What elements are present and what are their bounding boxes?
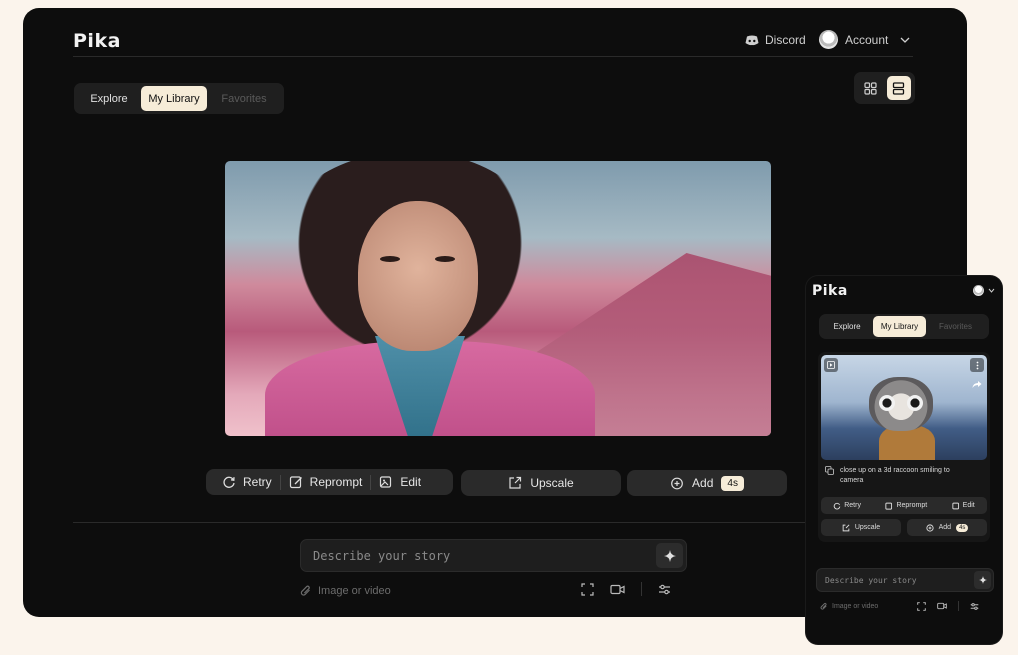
avatar	[973, 285, 984, 296]
mobile-tab-bar: Explore My Library Favorites	[819, 314, 989, 339]
chevron-down-icon	[988, 288, 995, 293]
edit-actions: Retry Reprompt Edit	[206, 469, 453, 495]
generate-button[interactable]	[656, 543, 683, 568]
paperclip-icon	[820, 602, 828, 611]
reprompt-icon	[885, 502, 893, 510]
video-preview[interactable]	[225, 161, 771, 436]
mobile-edit-actions: Retry Reprompt Edit	[821, 497, 987, 514]
reprompt-label: Reprompt	[309, 475, 363, 489]
share-icon[interactable]	[970, 377, 984, 391]
upscale-icon	[508, 476, 522, 490]
tab-explore[interactable]: Explore	[77, 86, 141, 111]
grid-view-icon	[864, 81, 877, 95]
video-card: close up on a 3d raccoon smiling to came…	[818, 352, 990, 542]
add-label: Add	[692, 476, 714, 490]
generate-button[interactable]	[974, 571, 991, 589]
sparkle-icon	[663, 549, 676, 562]
add-button[interactable]: Add 4s	[627, 470, 787, 496]
tab-favorites[interactable]: Favorites	[926, 316, 985, 337]
sparkle-icon	[978, 576, 987, 584]
prompt-tools	[581, 582, 671, 596]
account-menu[interactable]: Account	[819, 30, 910, 49]
attach-label: Image or video	[832, 603, 879, 610]
logo[interactable]: Pika	[73, 30, 121, 52]
paperclip-icon	[300, 584, 312, 598]
attach-media-button[interactable]: Image or video	[820, 602, 878, 611]
add-icon	[670, 476, 684, 490]
sliders-icon[interactable]	[970, 602, 979, 611]
story-input[interactable]	[301, 540, 653, 571]
sliders-icon[interactable]	[658, 583, 671, 596]
attach-label: Image or video	[318, 585, 391, 597]
card-caption: close up on a 3d raccoon smiling to came…	[825, 466, 965, 486]
upscale-icon	[842, 524, 850, 532]
divider	[73, 522, 806, 523]
edit-label: Edit	[962, 502, 975, 509]
attach-media-button[interactable]: Image or video	[300, 584, 391, 598]
mobile-prompt-box	[816, 568, 994, 592]
chevron-down-icon	[900, 37, 910, 43]
grid-view-button[interactable]	[858, 76, 883, 100]
edit-button[interactable]: Edit	[952, 502, 975, 510]
edit-icon	[952, 502, 960, 510]
add-icon	[925, 523, 934, 532]
edit-label: Edit	[400, 475, 422, 489]
mobile-logo[interactable]: Pika	[812, 283, 848, 299]
expand-icon[interactable]	[917, 601, 926, 611]
mobile-account-menu[interactable]	[973, 285, 995, 296]
reprompt-button[interactable]: Reprompt	[885, 502, 927, 510]
expand-icon[interactable]	[581, 582, 594, 596]
discord-label: Discord	[765, 33, 806, 47]
video-icon	[824, 358, 838, 372]
upscale-button[interactable]: Upscale	[461, 470, 621, 496]
more-icon[interactable]	[970, 358, 984, 372]
mobile-window: Pika Explore My Library Favorites close …	[806, 276, 1002, 644]
edit-button[interactable]: Edit	[379, 475, 421, 489]
discord-icon	[745, 35, 759, 46]
tab-my-library[interactable]: My Library	[873, 316, 926, 337]
story-input[interactable]	[817, 569, 972, 591]
upscale-button[interactable]: Upscale	[821, 519, 901, 536]
camera-icon[interactable]	[937, 602, 947, 610]
retry-icon	[222, 475, 236, 489]
tab-my-library[interactable]: My Library	[141, 86, 207, 111]
duration-badge: 4s	[721, 475, 744, 491]
retry-button[interactable]: Retry	[222, 475, 272, 489]
reprompt-label: Reprompt	[896, 502, 928, 509]
duration-badge: 4s	[956, 523, 969, 532]
upscale-label: Upscale	[530, 476, 574, 490]
retry-button[interactable]: Retry	[833, 502, 861, 510]
divider	[73, 56, 913, 57]
camera-icon[interactable]	[610, 584, 625, 595]
reprompt-button[interactable]: Reprompt	[289, 475, 363, 489]
video-thumbnail[interactable]	[821, 355, 987, 460]
header: Pika Discord Account	[73, 30, 913, 58]
tab-favorites[interactable]: Favorites	[207, 86, 281, 111]
discord-link[interactable]: Discord	[745, 33, 806, 47]
retry-label: Retry	[243, 475, 272, 489]
tab-explore[interactable]: Explore	[821, 316, 873, 337]
retry-icon	[833, 502, 841, 510]
retry-label: Retry	[844, 502, 861, 509]
edit-icon	[379, 475, 393, 489]
copy-icon[interactable]	[825, 466, 834, 486]
list-view-icon	[892, 81, 905, 95]
upscale-label: Upscale	[854, 524, 881, 531]
view-toggle	[854, 72, 915, 104]
account-label: Account	[845, 32, 889, 47]
list-view-button[interactable]	[886, 76, 911, 100]
caption-text: close up on a 3d raccoon smiling to came…	[840, 467, 950, 484]
add-label: Add	[938, 524, 952, 531]
mobile-prompt-tools	[917, 601, 979, 611]
prompt-box	[300, 539, 687, 572]
tab-bar: Explore My Library Favorites	[74, 83, 284, 114]
avatar	[819, 30, 838, 49]
reprompt-icon	[289, 475, 303, 489]
add-button[interactable]: Add 4s	[907, 519, 987, 536]
